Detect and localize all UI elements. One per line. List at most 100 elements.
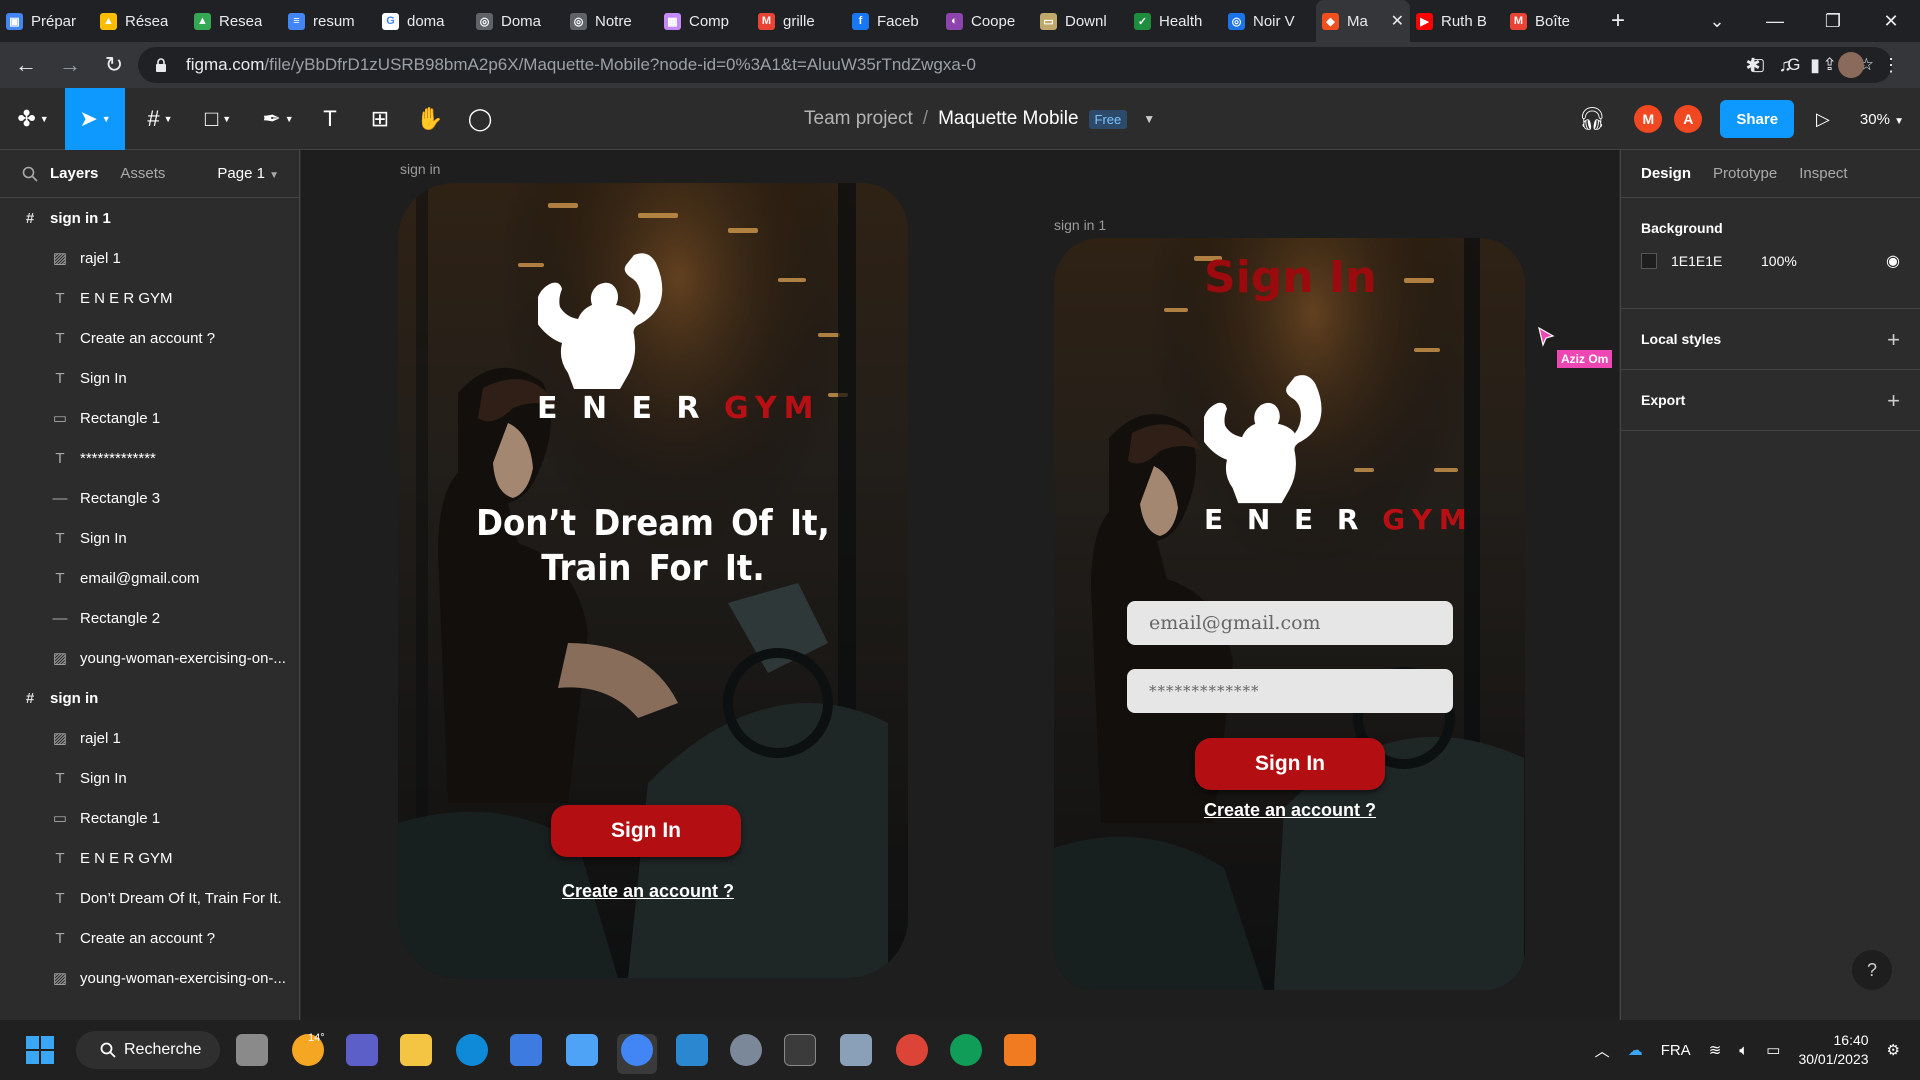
close-tab-icon[interactable]: ✕	[1391, 11, 1404, 31]
browser-tab[interactable]: ▭ Downl	[1034, 0, 1128, 42]
shape-tool-icon[interactable]: □ ▼	[196, 88, 240, 150]
background-hex[interactable]: 1E1E1E	[1671, 253, 1761, 269]
design-canvas[interactable]: sign in E N E R GYM Don’t Dream Of It, T…	[301, 150, 1619, 1020]
browser-tab[interactable]: ▲ Résea	[94, 0, 188, 42]
layer-row[interactable]: ▨ young-woman-exercising-on-...	[0, 958, 299, 998]
present-play-icon[interactable]: ▷	[1816, 109, 1830, 130]
clock[interactable]: 16:40 30/01/2023	[1798, 1031, 1868, 1069]
profile-avatar[interactable]	[1838, 52, 1864, 78]
text-tool-icon[interactable]: T	[312, 88, 348, 150]
layer-row[interactable]: Temail@gmail.com	[0, 558, 299, 598]
layer-row[interactable]: # sign in	[0, 678, 299, 718]
chrome-menu-icon[interactable]: ⋮	[1882, 55, 1900, 76]
onedrive-icon[interactable]: ☁	[1628, 1041, 1643, 1059]
extensions-icon[interactable]: ✱	[1746, 55, 1761, 76]
layer-row[interactable]: ▨ rajel 1	[0, 238, 299, 278]
tab-assets[interactable]: Assets	[120, 165, 165, 182]
new-tab-button[interactable]: +	[1598, 0, 1638, 42]
tab-inspect[interactable]: Inspect	[1799, 165, 1847, 182]
sign-in-button[interactable]: Sign In	[1195, 738, 1385, 790]
chevron-down-icon[interactable]: ▼	[1143, 112, 1155, 126]
minimize-icon[interactable]: —	[1746, 0, 1804, 42]
sign-in-button[interactable]: Sign In	[551, 805, 741, 857]
settings-icon[interactable]	[730, 1034, 762, 1066]
vscode-icon[interactable]	[676, 1034, 708, 1066]
background-opacity[interactable]: 100%	[1761, 253, 1797, 269]
side-panel-icon[interactable]: ▮	[1810, 55, 1820, 76]
tray-chevron-up-icon[interactable]: ︿	[1595, 1040, 1610, 1061]
file-explorer-icon[interactable]	[400, 1034, 432, 1066]
add-style-icon[interactable]: +	[1887, 327, 1900, 353]
hand-tool-icon[interactable]: ✋	[412, 88, 448, 150]
file-name[interactable]: Maquette Mobile	[938, 108, 1078, 130]
project-name[interactable]: Team project	[804, 108, 913, 130]
notifications-icon[interactable]: ⚙	[1887, 1041, 1900, 1059]
microsoft-store-icon[interactable]	[510, 1034, 542, 1066]
forward-icon[interactable]: →	[52, 47, 88, 83]
browser-tab[interactable]: f Faceb	[846, 0, 940, 42]
layer-row[interactable]: T Don’t Dream Of It, Train For It.	[0, 878, 299, 918]
browser-tab[interactable]: ▣ Prépar	[0, 0, 94, 42]
back-icon[interactable]: ←	[8, 47, 44, 83]
collaborator-avatar[interactable]: A	[1674, 105, 1703, 133]
frame-label[interactable]: sign in 1	[1054, 217, 1106, 233]
add-export-icon[interactable]: +	[1887, 388, 1900, 414]
app-orange-icon[interactable]	[1004, 1034, 1036, 1066]
layer-row[interactable]: — Rectangle 2	[0, 598, 299, 638]
background-swatch[interactable]	[1641, 253, 1657, 269]
file-name-area[interactable]: Team project / Maquette Mobile Free ▼	[804, 88, 1155, 150]
chrome-profile-icon[interactable]	[896, 1034, 928, 1066]
chrome-profile-2-icon[interactable]	[950, 1034, 982, 1066]
wifi-icon[interactable]: ≋	[1709, 1041, 1722, 1059]
layer-row[interactable]: T Create an account ?	[0, 918, 299, 958]
language-indicator[interactable]: FRA	[1661, 1042, 1691, 1059]
layer-row[interactable]: ▭ Rectangle 1	[0, 798, 299, 838]
frame-label[interactable]: sign in	[400, 161, 440, 177]
layer-row[interactable]: T Sign In	[0, 518, 299, 558]
tab-prototype[interactable]: Prototype	[1713, 165, 1777, 182]
taskbar-search[interactable]: Recherche	[76, 1031, 220, 1069]
edge-icon[interactable]	[456, 1034, 488, 1066]
comment-tool-icon[interactable]: ◯	[462, 88, 498, 150]
browser-tab[interactable]: ▦ Comp	[658, 0, 752, 42]
restore-icon[interactable]: ❐	[1804, 0, 1862, 42]
layer-row[interactable]: T E N E R GYM	[0, 278, 299, 318]
frame-sign-in-1[interactable]: Sign In E N E R GYM email@gmail.com ****…	[1054, 238, 1525, 990]
browser-tab[interactable]: ◎ Notre	[564, 0, 658, 42]
pen-tool-icon[interactable]: ✒ ▼	[256, 88, 300, 150]
browser-tab[interactable]: M Boîte	[1504, 0, 1598, 42]
chrome-icon[interactable]	[621, 1034, 653, 1066]
browser-tab[interactable]: ◆ Ma ✕	[1316, 0, 1410, 42]
media-control-icon[interactable]: ♫	[1779, 55, 1793, 76]
frame-sign-in[interactable]: E N E R GYM Don’t Dream Of It, Train For…	[398, 183, 908, 978]
3d-viewer-icon[interactable]	[566, 1034, 598, 1066]
layer-row[interactable]: ▭ Rectangle 1	[0, 398, 299, 438]
tab-design[interactable]: Design	[1641, 165, 1691, 182]
url-field[interactable]: figma.com/file/yBbDfrD1zUSRB98bmA2p6X/Ma…	[138, 47, 1892, 83]
database-icon[interactable]	[840, 1034, 872, 1066]
terminal-icon[interactable]	[784, 1034, 816, 1066]
page-selector[interactable]: Page 1 ▼	[217, 165, 279, 182]
figma-menu-icon[interactable]: ✤ ▼	[12, 88, 54, 150]
audio-headphones-icon[interactable]: 🎧︎	[1578, 106, 1606, 132]
windows-start-icon[interactable]	[26, 1036, 54, 1064]
layer-row[interactable]: # sign in 1	[0, 198, 299, 238]
eye-icon[interactable]: ◉	[1886, 251, 1900, 271]
zoom-level[interactable]: 30% ▼	[1860, 111, 1904, 128]
tab-layers[interactable]: Layers	[50, 165, 98, 182]
browser-tab[interactable]: ≡ resum	[282, 0, 376, 42]
help-button[interactable]: ?	[1852, 950, 1892, 990]
tab-search-icon[interactable]: ⌄	[1688, 0, 1746, 42]
move-tool-icon[interactable]: ➤ ▼	[65, 88, 125, 150]
reload-icon[interactable]: ↻	[96, 47, 132, 83]
teams-icon[interactable]	[346, 1034, 378, 1066]
layer-row[interactable]: — Rectangle 3	[0, 478, 299, 518]
layer-row[interactable]: T Sign In	[0, 358, 299, 398]
layer-row[interactable]: T E N E R GYM	[0, 838, 299, 878]
battery-icon[interactable]: ▭	[1766, 1041, 1780, 1059]
browser-tab[interactable]: Mgrille	[752, 0, 846, 42]
browser-tab[interactable]: ▲ Resea	[188, 0, 282, 42]
create-account-link[interactable]: Create an account ?	[503, 881, 793, 902]
create-account-link[interactable]: Create an account ?	[1154, 800, 1426, 821]
search-icon[interactable]	[22, 166, 38, 182]
